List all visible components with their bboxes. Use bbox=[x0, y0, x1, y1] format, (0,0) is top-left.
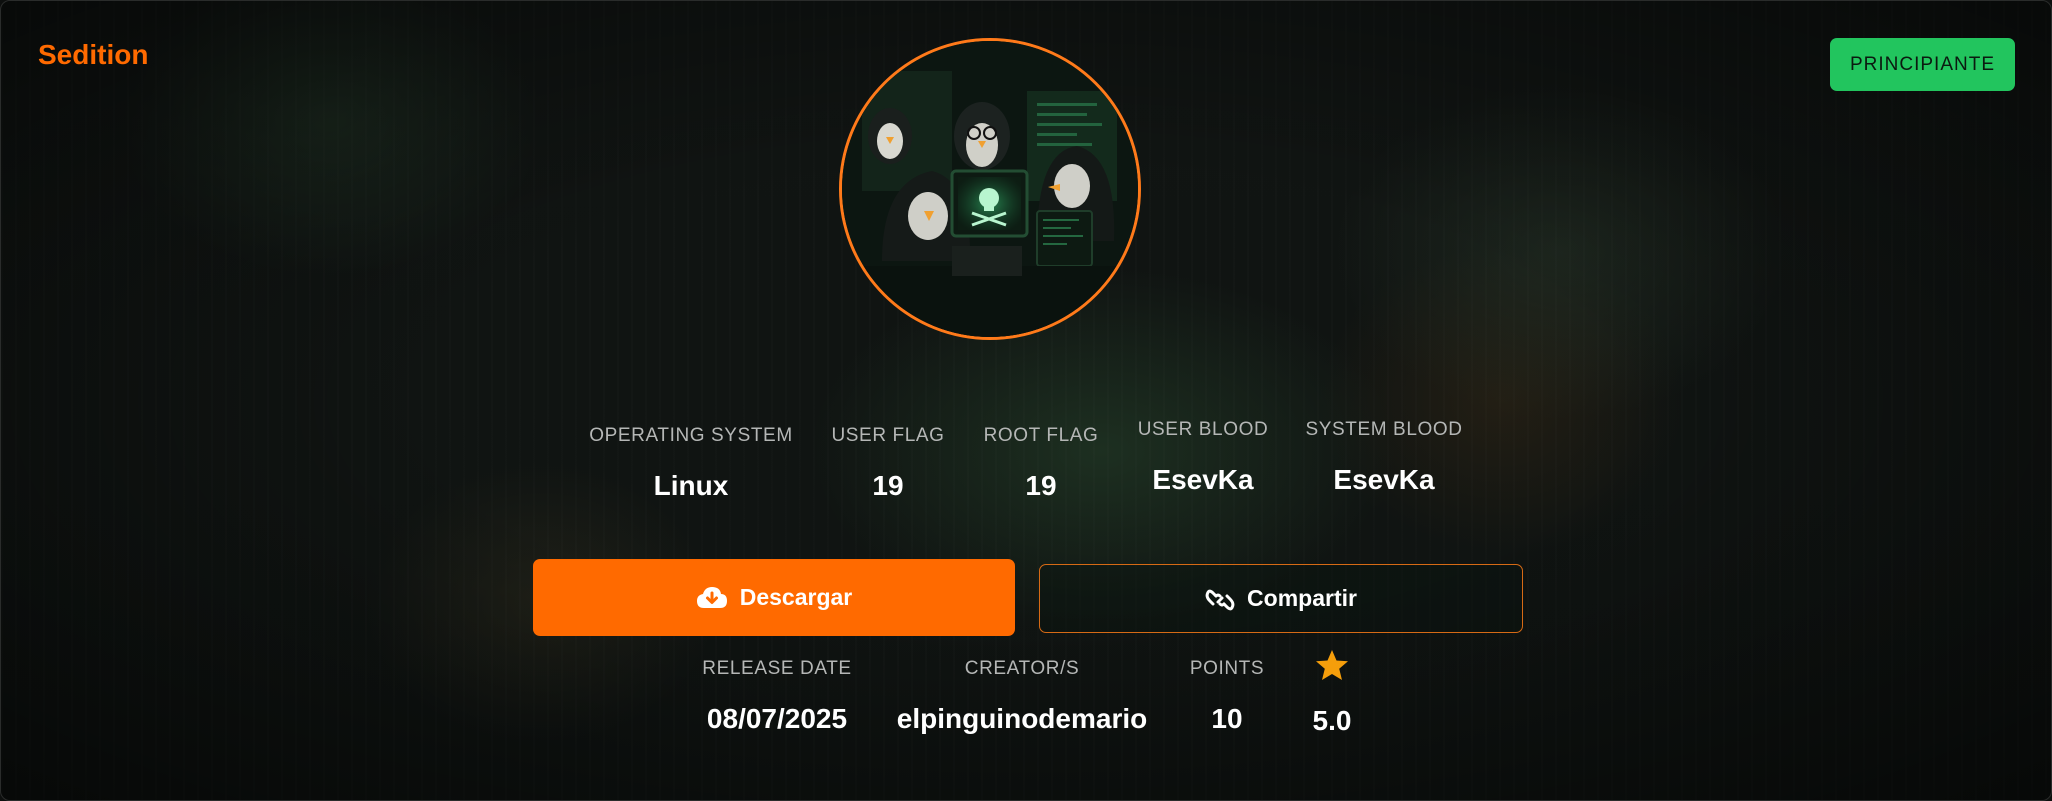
stat-label-root-flag: ROOT FLAG bbox=[983, 425, 1099, 446]
cloud-download-icon bbox=[696, 586, 728, 610]
hacker-penguins-image bbox=[842, 41, 1138, 337]
detail-value-release-date: 08/07/2025 bbox=[706, 703, 848, 734]
detail-value-points: 10 bbox=[1211, 703, 1243, 734]
machine-card: Sedition PRINCIPIANTE OPERATING SYSTEM L… bbox=[0, 0, 2052, 801]
stat-value-system-blood: EsevKa bbox=[1333, 464, 1435, 495]
detail-label-points: POINTS bbox=[1189, 658, 1265, 679]
detail-label-creators: CREATOR/S bbox=[964, 658, 1080, 679]
machine-title: Sedition bbox=[38, 39, 149, 70]
detail-value-creators: elpinguinodemario bbox=[896, 703, 1148, 734]
stat-label-user-blood: USER BLOOD bbox=[1137, 419, 1269, 440]
stat-value-operating-system: Linux bbox=[653, 470, 729, 501]
share-button[interactable]: Compartir bbox=[1039, 564, 1523, 633]
difficulty-badge: PRINCIPIANTE bbox=[1830, 38, 2015, 91]
stat-value-user-flag: 19 bbox=[872, 470, 904, 501]
stat-label-system-blood: SYSTEM BLOOD bbox=[1305, 419, 1463, 440]
stat-value-user-blood: EsevKa bbox=[1152, 464, 1254, 495]
stat-label-user-flag: USER FLAG bbox=[831, 425, 945, 446]
machine-avatar bbox=[839, 38, 1141, 340]
stat-label-operating-system: OPERATING SYSTEM bbox=[589, 425, 793, 446]
detail-label-release-date: RELEASE DATE bbox=[702, 658, 852, 679]
link-icon bbox=[1205, 586, 1235, 612]
rating-star-icon bbox=[1315, 649, 1349, 687]
download-label: Descargar bbox=[739, 584, 853, 610]
share-label: Compartir bbox=[1247, 585, 1357, 611]
stat-value-root-flag: 19 bbox=[1025, 470, 1057, 501]
detail-value-rating: 5.0 bbox=[1312, 705, 1352, 736]
download-button[interactable]: Descargar bbox=[533, 559, 1015, 636]
